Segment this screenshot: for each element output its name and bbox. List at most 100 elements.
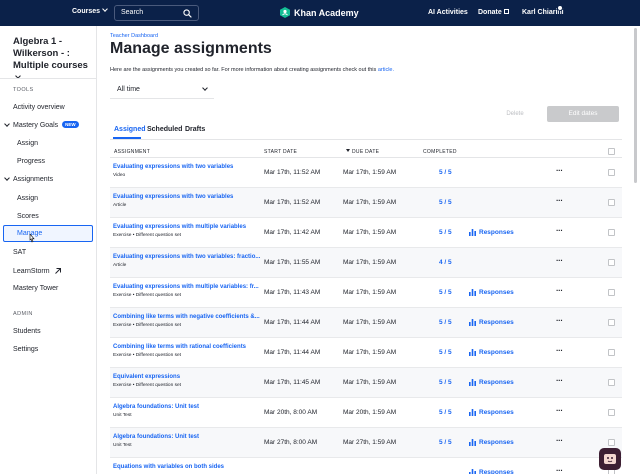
- sidebar-item-mastery-goals[interactable]: Mastery Goals NEW: [13, 121, 79, 129]
- more-options-icon[interactable]: ···: [556, 286, 563, 295]
- completed-count[interactable]: 5 / 5: [439, 169, 452, 176]
- sidebar-item-mastery-assign[interactable]: Assign: [17, 140, 38, 147]
- completed-count[interactable]: 5 / 5: [439, 319, 452, 326]
- tab-drafts[interactable]: Drafts: [185, 126, 205, 133]
- assignment-title-link[interactable]: Algebra foundations: Unit test: [113, 434, 199, 440]
- more-options-icon[interactable]: ···: [556, 376, 563, 385]
- edit-dates-button[interactable]: Edit dates: [547, 106, 619, 122]
- courses-menu[interactable]: Courses: [72, 6, 108, 15]
- completed-count[interactable]: 5 / 5: [439, 409, 452, 416]
- time-filter-dropdown[interactable]: All time: [110, 81, 214, 99]
- more-options-icon[interactable]: ···: [556, 256, 563, 265]
- article-link[interactable]: article.: [378, 67, 394, 73]
- more-options-icon[interactable]: ···: [556, 166, 563, 175]
- assignment-title-link[interactable]: Evaluating expressions with two variable…: [113, 254, 260, 260]
- sidebar-item-activity-overview[interactable]: Activity overview: [13, 104, 65, 111]
- responses-link[interactable]: Responses: [469, 229, 514, 236]
- avatar-button[interactable]: [599, 448, 621, 470]
- header-completed[interactable]: COMPLETED: [423, 149, 457, 155]
- completed-count[interactable]: 5 / 5: [439, 289, 452, 296]
- assignment-title-link[interactable]: Combining like terms with negative coeff…: [113, 314, 260, 320]
- sidebar-item-progress[interactable]: Progress: [17, 158, 45, 165]
- row-checkbox[interactable]: [608, 379, 615, 386]
- assignment-title-link[interactable]: Evaluating expressions with two variable…: [113, 194, 233, 200]
- table-row[interactable]: Combining like terms with negative coeff…: [110, 308, 622, 338]
- responses-link[interactable]: Responses: [469, 409, 514, 416]
- header-assignment[interactable]: ASSIGNMENT: [114, 149, 150, 155]
- assignment-title-link[interactable]: Evaluating expressions with multiple var…: [113, 284, 259, 290]
- more-options-icon[interactable]: ···: [556, 226, 563, 235]
- responses-link[interactable]: Responses: [469, 439, 514, 446]
- assignment-title-link[interactable]: Equations with variables on both sides: [113, 464, 224, 470]
- responses-link[interactable]: Responses: [469, 349, 514, 356]
- header-due-date[interactable]: DUE DATE: [346, 149, 379, 155]
- responses-link[interactable]: Responses: [469, 289, 514, 296]
- assignment-title-link[interactable]: Evaluating expressions with two variable…: [113, 164, 233, 170]
- tab-assigned[interactable]: Assigned: [114, 126, 146, 133]
- row-checkbox[interactable]: [608, 319, 615, 326]
- chevron-down-icon[interactable]: [4, 121, 10, 127]
- more-options-icon[interactable]: ···: [556, 436, 563, 445]
- mastery-goals-label: Mastery Goals: [13, 122, 59, 129]
- sidebar-item-scores[interactable]: Scores: [17, 213, 39, 220]
- assignment-title-link[interactable]: Evaluating expressions with multiple var…: [113, 224, 246, 230]
- delete-button[interactable]: Delete: [500, 107, 530, 121]
- table-row[interactable]: Algebra foundations: Unit test Unit Test M…: [110, 398, 622, 428]
- tab-scheduled[interactable]: Scheduled: [147, 126, 182, 133]
- completed-count[interactable]: 5 / 5: [439, 229, 452, 236]
- row-checkbox[interactable]: [608, 229, 615, 236]
- sidebar-item-mastery-tower[interactable]: Mastery Tower: [13, 285, 58, 292]
- select-all-checkbox[interactable]: [608, 148, 615, 155]
- more-options-icon[interactable]: ···: [556, 466, 563, 474]
- scrollbar[interactable]: [634, 28, 637, 183]
- table-row[interactable]: Evaluating expressions with multiple var…: [110, 218, 622, 248]
- responses-link[interactable]: Responses: [469, 319, 514, 326]
- responses-label: Responses: [479, 469, 514, 474]
- completed-count[interactable]: 5 / 5: [439, 439, 452, 446]
- table-row[interactable]: Evaluating expressions with multiple var…: [110, 278, 622, 308]
- table-row[interactable]: Equations with variables on both sides Re…: [110, 458, 622, 474]
- responses-link[interactable]: Responses: [469, 469, 514, 474]
- sidebar-item-assignments[interactable]: Assignments: [13, 176, 53, 183]
- more-options-icon[interactable]: ···: [556, 346, 563, 355]
- row-checkbox[interactable]: [608, 259, 615, 266]
- row-checkbox[interactable]: [608, 199, 615, 206]
- header-start-date[interactable]: START DATE: [264, 149, 297, 155]
- breadcrumb[interactable]: Teacher Dashboard: [110, 33, 158, 39]
- course-selector[interactable]: Algebra 1 - Wilkerson - : Multiple cours…: [13, 36, 93, 84]
- row-checkbox[interactable]: [608, 409, 615, 416]
- row-checkbox[interactable]: [608, 289, 615, 296]
- table-row[interactable]: Equivalent expressions Exercise • Differe…: [110, 368, 622, 398]
- completed-count[interactable]: 5 / 5: [439, 379, 452, 386]
- more-options-icon[interactable]: ···: [556, 406, 563, 415]
- completed-count[interactable]: 4 / 5: [439, 259, 452, 266]
- row-checkbox[interactable]: [608, 439, 615, 446]
- table-row[interactable]: Evaluating expressions with two variable…: [110, 158, 622, 188]
- table-row[interactable]: Algebra foundations: Unit test Unit Test M…: [110, 428, 622, 458]
- more-options-icon[interactable]: ···: [556, 316, 563, 325]
- sidebar-item-students[interactable]: Students: [13, 328, 41, 335]
- table-row[interactable]: Combining like terms with rational coeff…: [110, 338, 622, 368]
- assignment-title-link[interactable]: Combining like terms with rational coeff…: [113, 344, 246, 350]
- responses-link[interactable]: Responses: [469, 379, 514, 386]
- completed-count[interactable]: 5 / 5: [439, 199, 452, 206]
- row-checkbox[interactable]: [608, 349, 615, 356]
- sidebar-item-assignments-assign[interactable]: Assign: [17, 195, 38, 202]
- ai-activities-link[interactable]: AI Activities: [428, 9, 468, 16]
- sidebar-item-manage[interactable]: Manage: [3, 225, 93, 242]
- row-checkbox[interactable]: [608, 169, 615, 176]
- more-options-icon[interactable]: ···: [556, 196, 563, 205]
- donate-link[interactable]: Donate: [478, 9, 509, 16]
- assignment-title-link[interactable]: Algebra foundations: Unit test: [113, 404, 199, 410]
- chevron-down-icon[interactable]: [4, 175, 10, 181]
- assignment-title-link[interactable]: Equivalent expressions: [113, 374, 180, 380]
- sidebar-item-settings[interactable]: Settings: [13, 346, 38, 353]
- sidebar: Algebra 1 - Wilkerson - : Multiple cours…: [0, 26, 97, 474]
- search-input[interactable]: Search: [114, 5, 199, 21]
- table-row[interactable]: Evaluating expressions with two variable…: [110, 188, 622, 218]
- table-row[interactable]: Evaluating expressions with two variable…: [110, 248, 622, 278]
- completed-count[interactable]: 5 / 5: [439, 349, 452, 356]
- khan-academy-logo[interactable]: Khan Academy: [280, 7, 359, 18]
- sidebar-item-sat[interactable]: SAT: [13, 249, 26, 256]
- sidebar-item-learnstorm[interactable]: LearnStorm: [13, 267, 61, 275]
